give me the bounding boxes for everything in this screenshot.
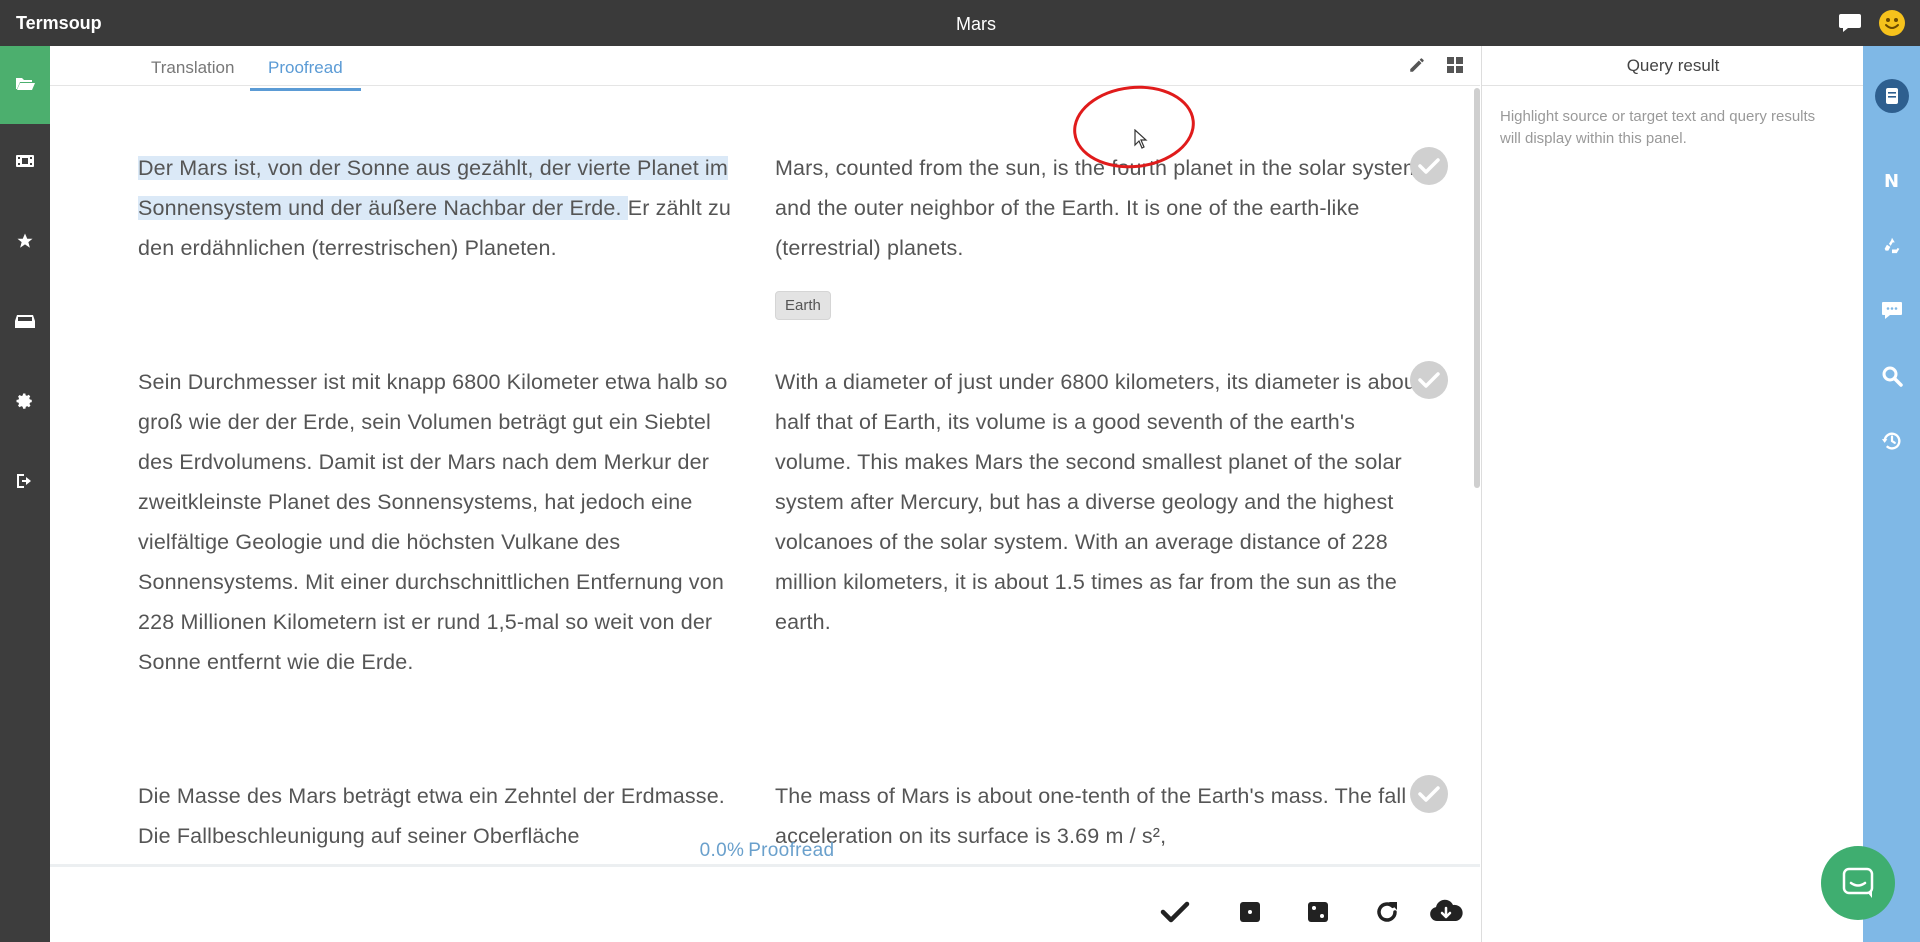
query-result-panel: Query result Highlight source or target … [1481,46,1864,942]
dice-icon [1308,902,1328,922]
checkmark-icon [1418,158,1440,174]
redo-icon [1377,902,1397,922]
folder-open-icon [15,75,35,96]
recycle-button[interactable] [1863,226,1920,266]
target-text[interactable]: Mars, counted from the sun, is the fourt… [775,148,1425,268]
chat-bubble-icon[interactable] [1838,12,1862,34]
confirm-segment-button[interactable] [1410,775,1448,813]
confirm-all-button[interactable] [1160,897,1190,927]
sidebar-item-projects[interactable] [0,46,50,124]
checkmark-icon [1418,372,1440,388]
n-letter-icon: N [1883,170,1900,192]
dice-button[interactable] [1303,897,1333,927]
comments-button[interactable] [1863,291,1920,331]
source-text[interactable]: Sein Durchmesser ist mit knapp 6800 Kilo… [138,362,748,682]
checkmark-icon [1418,786,1440,802]
sidebar-item-logout[interactable] [0,444,50,522]
check-icon [1160,901,1190,923]
source-text[interactable]: Der Mars ist, von der Sonne aus gezählt,… [138,148,748,268]
square-icon [1240,902,1260,922]
user-avatar-smiley-icon[interactable] [1879,10,1905,36]
bottom-toolbar [50,864,1480,942]
confirm-segment-button[interactable] [1410,147,1448,185]
sidebar-item-settings[interactable] [0,364,50,442]
proofread-progress: 0.0% Proofread [50,840,1480,862]
star-icon [16,232,34,255]
term-tag-earth[interactable]: Earth [775,291,831,320]
query-result-title: Query result [1482,46,1864,86]
history-icon [1881,432,1900,450]
chat-launcher-button[interactable] [1821,846,1895,920]
n-letter-button[interactable]: N [1863,161,1920,201]
segment-list-scrollbar[interactable] [1474,88,1480,488]
notebook-button[interactable] [1863,76,1920,116]
document-title: Mars [956,14,996,34]
tab-translation[interactable]: Translation [151,58,234,88]
pencil-icon[interactable] [1408,56,1426,74]
target-text[interactable]: With a diameter of just under 6800 kilom… [775,362,1425,642]
inbox-icon [15,313,35,334]
segment-list: Der Mars ist, von der Sonne aus gezählt,… [50,87,1480,857]
confirm-segment-button[interactable] [1410,361,1448,399]
progress-label: Proofread [748,840,835,861]
recycle-icon [1884,237,1899,254]
cloud-download-icon [1430,899,1463,921]
comment-icon [1881,302,1902,319]
sidebar-item-inbox[interactable] [0,284,50,362]
download-button[interactable] [1428,897,1464,927]
app-brand[interactable]: Termsoup [16,13,102,34]
left-sidebar [0,46,50,942]
mouse-cursor-icon [1134,128,1148,149]
chat-launcher-icon [1842,867,1874,898]
search-button[interactable] [1863,356,1920,396]
progress-percent: 0.0% [699,840,745,861]
search-icon [1882,366,1903,387]
history-button[interactable] [1863,421,1920,461]
grid-view-icon[interactable] [1446,56,1464,74]
square-button[interactable] [1235,897,1265,927]
sidebar-item-media[interactable] [0,124,50,202]
notebook-icon [1874,79,1909,113]
sidebar-item-favorites[interactable] [0,204,50,282]
query-result-hint: Highlight source or target text and quer… [1500,108,1816,147]
top-bar: Termsoup Mars [0,0,1920,46]
redo-button[interactable] [1372,897,1402,927]
gear-icon [16,392,34,415]
editor-main: Translation Proofread Der Mars ist, von … [50,46,1480,942]
right-tool-bar: N [1863,46,1920,942]
film-icon [15,153,35,174]
sign-out-icon [16,473,34,494]
tabs-row: Translation Proofread [50,46,1480,91]
